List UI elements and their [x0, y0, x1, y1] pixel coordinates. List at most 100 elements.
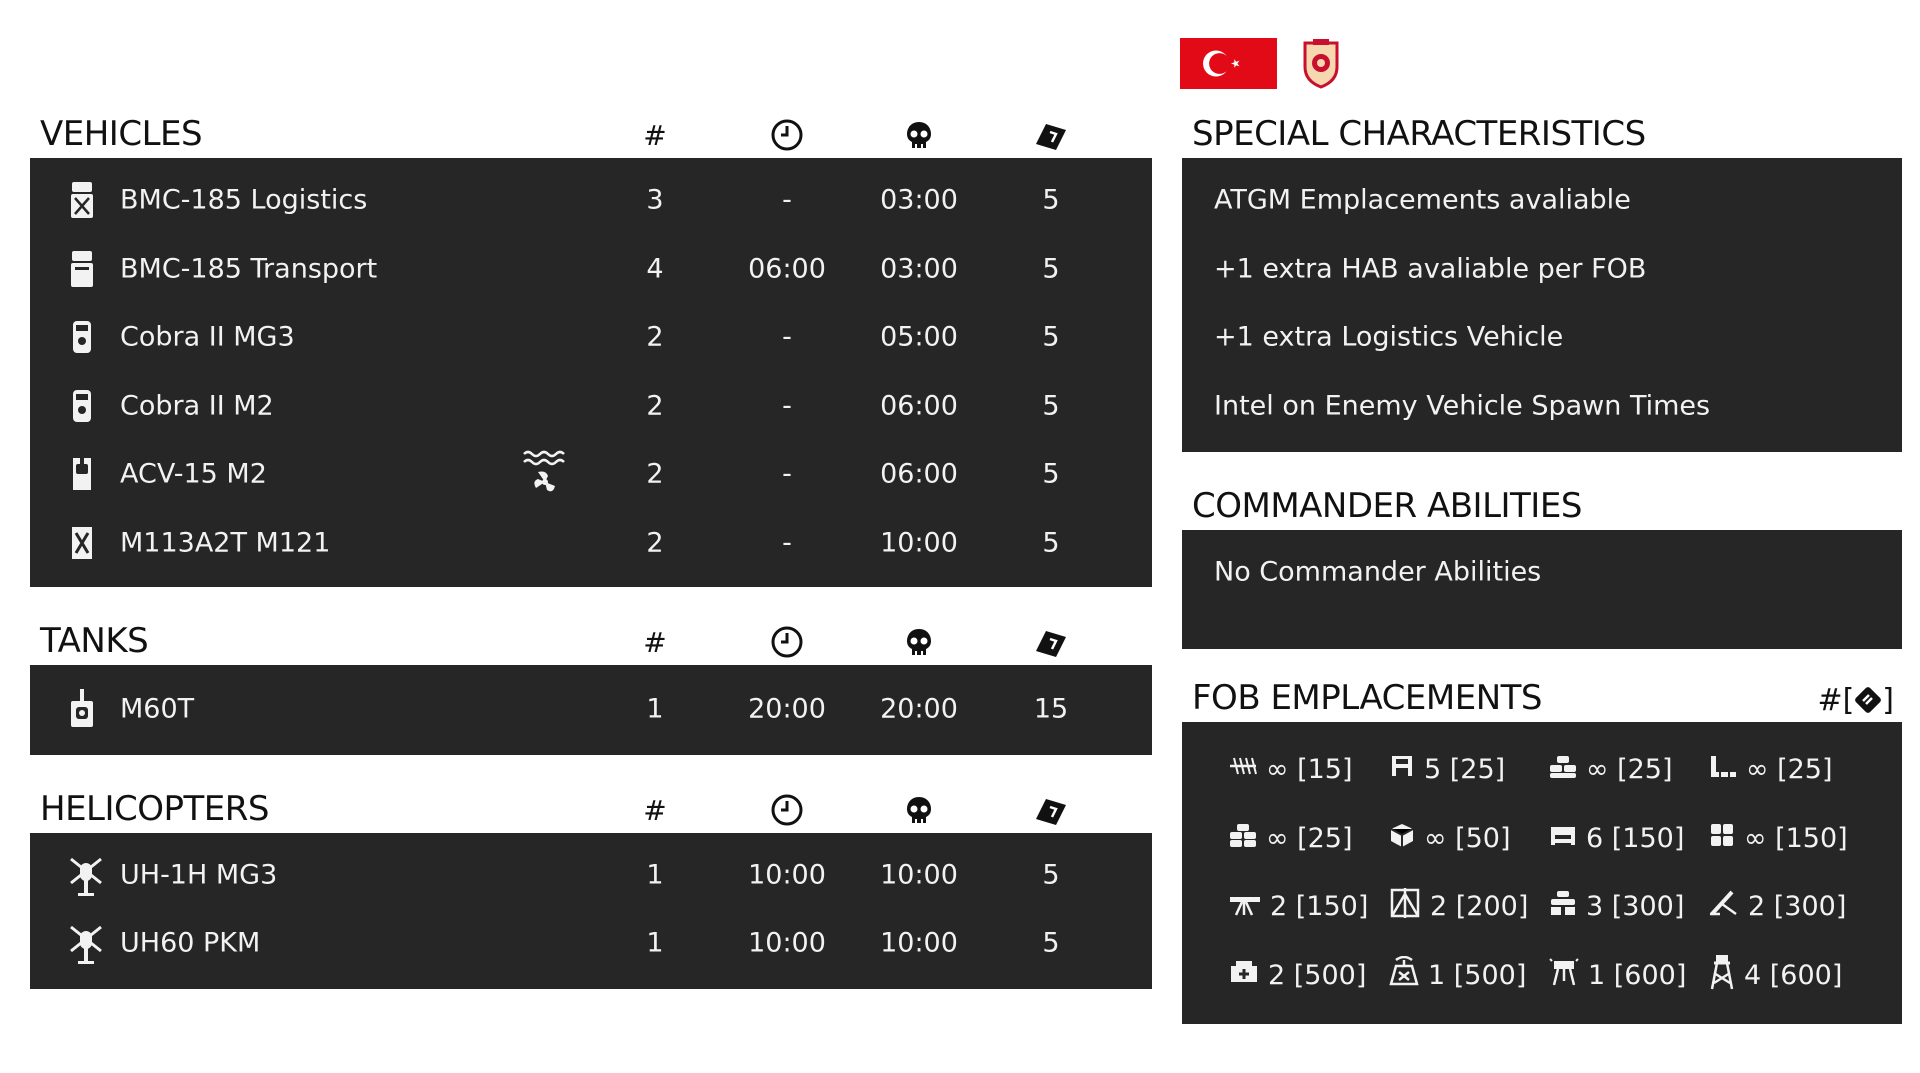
amphibious-icon: [520, 448, 570, 500]
fob-emplacement-value: 2 [300]: [1748, 891, 1847, 923]
fob-emplacement-item: 5 [25]: [1388, 736, 1548, 805]
skull-icon: [889, 627, 949, 659]
helicopters-header: HELICOPTERS #: [30, 785, 1152, 833]
unit-count: 2: [646, 390, 664, 422]
unit-name: BMC-185 Transport: [120, 253, 378, 285]
vehicles-panel: BMC-185 Logistics 3-03:00 5 BMC-185 Transpo…: [30, 158, 1152, 587]
fob-header: FOB EMPLACEMENTS #[ ]: [1182, 674, 1902, 722]
unit-name: M60T: [120, 693, 195, 725]
characteristic-item: ATGM Emplacements avaliable: [1182, 166, 1902, 235]
fob-emplacement-item: 2 [150]: [1228, 873, 1388, 942]
tank-icon: [68, 689, 96, 729]
ticket-icon: [1021, 122, 1081, 152]
fob-emplacement-item: 4 [600]: [1708, 941, 1868, 1010]
sandbag-wall-icon: [1548, 752, 1578, 787]
unit-tickets: 5: [1042, 390, 1060, 422]
fob-emplacement-value: 6 [150]: [1586, 822, 1685, 854]
characteristic-item-text: +1 extra HAB avaliable per FOB: [1214, 253, 1647, 285]
construction-points-icon: [1855, 687, 1882, 713]
unit-count: 2: [646, 458, 664, 490]
helicopter-icon: [68, 923, 102, 965]
tanks-title: TANKS: [40, 621, 149, 661]
sandbag-block-icon: [1708, 821, 1736, 856]
fob-emplacement-item: ∞ [25]: [1548, 736, 1708, 805]
unit-delay: -: [782, 527, 792, 559]
unit-count: 1: [646, 693, 664, 725]
fob-emplacement-value: 5 [25]: [1424, 754, 1506, 786]
unit-delay: -: [782, 390, 792, 422]
sandbag-stack-icon: [1228, 821, 1258, 856]
fob-emplacement-item: ∞ [50]: [1388, 804, 1548, 873]
fob-emplacement-value: ∞ [15]: [1266, 754, 1353, 786]
unit-respawn: 06:00: [880, 390, 958, 422]
mrap-icon: [68, 317, 96, 357]
right-column: SPECIAL CHARACTERISTICS ATGM Emplacement…: [1182, 110, 1902, 1024]
unit-count: 1: [646, 859, 664, 891]
fob-emplacement-item: 2 [200]: [1388, 873, 1548, 942]
table-row: M60T 1 20:00 20:00 15: [30, 675, 1152, 744]
count-header: #: [643, 119, 667, 152]
unit-delay: -: [782, 321, 792, 353]
unit-name: Cobra II M2: [120, 390, 274, 422]
ammo-crate-icon: [1388, 821, 1416, 856]
vehicles-header: VEHICLES #: [30, 110, 1152, 158]
table-row: Cobra II MG3 2 - 05:00 5: [30, 303, 1152, 372]
commander-panel: No Commander Abilities: [1182, 530, 1902, 649]
unit-tickets: 5: [1042, 184, 1060, 216]
skull-icon: [889, 795, 949, 827]
unit-count: 2: [646, 321, 664, 353]
ticket-icon: [1021, 797, 1081, 827]
ticket-icon: [1021, 629, 1081, 659]
unit-tickets: 5: [1042, 859, 1060, 891]
unit-count: 2: [646, 527, 664, 559]
mortar-icon: [1708, 888, 1740, 925]
apc-icon: [68, 454, 96, 494]
characteristic-item-text: +1 extra Logistics Vehicle: [1214, 321, 1564, 353]
fob-emplacement-value: ∞ [25]: [1266, 822, 1353, 854]
commander-title: COMMANDER ABILITIES: [1192, 486, 1582, 526]
characteristic-item: Intel on Enemy Vehicle Spawn Times: [1182, 372, 1902, 441]
fob-emplacement-value: 4 [600]: [1744, 959, 1843, 991]
sandbag-corner-icon: [1708, 752, 1738, 787]
commander-ability-item-text: No Commander Abilities: [1214, 556, 1542, 588]
fob-emplacement-value: 2 [200]: [1430, 891, 1529, 923]
turkish-army-seal-icon: [1301, 37, 1341, 89]
vehicles-title: VEHICLES: [40, 114, 203, 154]
unit-name: Cobra II MG3: [120, 321, 295, 353]
fob-emplacement-item: 2 [500]: [1228, 941, 1388, 1010]
table-row: UH-1H MG3 1 10:00 10:00 5: [30, 841, 1152, 910]
characteristic-item: +1 extra HAB avaliable per FOB: [1182, 235, 1902, 304]
unit-tickets: 5: [1042, 458, 1060, 490]
unit-respawn: 10:00: [880, 527, 958, 559]
count-header: #: [643, 793, 667, 827]
fob-emplacement-item: ∞ [25]: [1708, 736, 1868, 805]
bunker-icon: [1548, 821, 1578, 856]
unit-respawn: 10:00: [880, 859, 958, 891]
razorwire-icon: [1228, 752, 1258, 787]
table-row: BMC-185 Transport 4 06:00 03:00 5: [30, 235, 1152, 304]
fob-emplacement-item: ∞ [25]: [1228, 804, 1388, 873]
fob-emplacement-item: 3 [300]: [1548, 873, 1708, 942]
radio-icon: [1388, 955, 1420, 995]
unit-delay: 06:00: [748, 253, 826, 285]
clock-icon: [757, 118, 817, 152]
helicopters-title: HELICOPTERS: [40, 788, 269, 829]
tanks-panel: M60T 1 20:00 20:00 15: [30, 665, 1152, 755]
fob-emplacement-item: ∞ [150]: [1708, 804, 1868, 873]
helicopter-icon: [68, 855, 102, 896]
fob-emplacement-value: ∞ [25]: [1746, 754, 1833, 786]
fob-emplacement-value: ∞ [50]: [1424, 822, 1511, 854]
table-row: M113A2T M121 2 - 10:00 5: [30, 509, 1152, 578]
characteristic-item: +1 extra Logistics Vehicle: [1182, 303, 1902, 372]
left-column: VEHICLES # BMC-185 Logistics 3-03:00 5 BMC-…: [30, 110, 1152, 989]
fob-emplacement-item: ∞ [15]: [1228, 736, 1388, 805]
logistics-truck-icon: [68, 180, 96, 220]
turkey-flag-icon: [1180, 37, 1277, 89]
unit-delay: -: [782, 458, 792, 490]
fob-emplacement-value: ∞ [150]: [1744, 822, 1848, 854]
special-panel: ATGM Emplacements avaliable +1 extra HAB …: [1182, 158, 1902, 452]
clock-icon: [757, 625, 817, 659]
fob-emplacement-item: 1 [500]: [1388, 941, 1548, 1010]
fob-emplacement-value: ∞ [25]: [1586, 754, 1673, 786]
characteristic-item-text: Intel on Enemy Vehicle Spawn Times: [1214, 390, 1711, 422]
